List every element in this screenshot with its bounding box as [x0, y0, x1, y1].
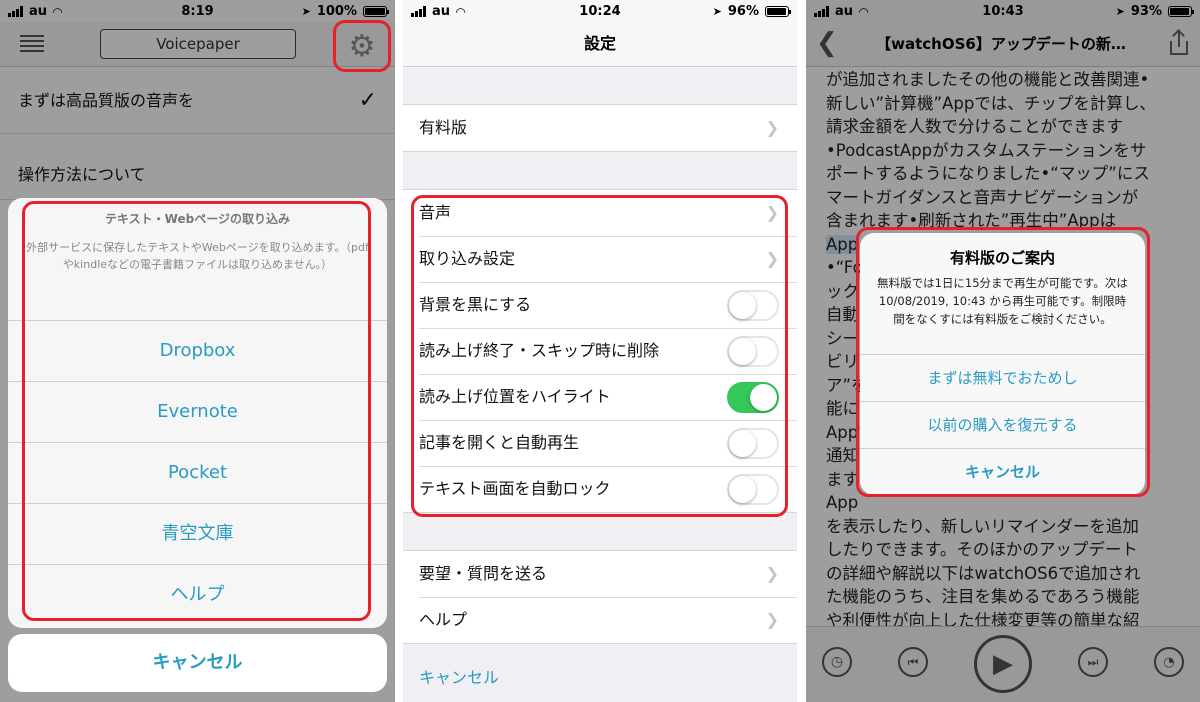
cancel-button[interactable]: キャンセル — [419, 664, 499, 688]
settings-group-support: 要望・質問を送る ❯ ヘルプ ❯ — [403, 550, 797, 644]
settings-item-voice[interactable]: 音声 ❯ — [403, 190, 797, 236]
settings-item-label: 取り込み設定 — [419, 249, 516, 268]
action-sheet: テキスト・Webページの取り込み 外部サービスに保存したテキストやWebページを… — [8, 198, 387, 628]
settings-item-label: 有料版 — [419, 118, 468, 137]
pocket-button[interactable]: Pocket — [8, 443, 387, 504]
settings-item-autoplay: 記事を開くと自動再生 — [403, 420, 797, 466]
sheet-message: 外部サービスに保存したテキストやWebページを取り込めます。（pdfやkindl… — [26, 241, 369, 271]
battery-percent: 96% — [727, 4, 759, 19]
settings-item-label: テキスト画面を自動ロック — [419, 479, 611, 498]
settings-item-autolock: テキスト画面を自動ロック — [403, 466, 797, 512]
chevron-right-icon: ❯ — [765, 118, 779, 137]
try-free-button[interactable]: まずは無料でおためし — [860, 354, 1145, 401]
sheet-title: テキスト・Webページの取り込み — [105, 212, 290, 226]
delete-on-skip-toggle[interactable] — [727, 336, 779, 367]
autolock-toggle[interactable] — [727, 474, 779, 505]
settings-item-label: 音声 — [419, 203, 452, 222]
settings-item-feedback[interactable]: 要望・質問を送る ❯ — [403, 551, 797, 597]
aozora-button[interactable]: 青空文庫 — [8, 504, 387, 565]
help-button[interactable]: ヘルプ — [8, 565, 387, 626]
chevron-right-icon: ❯ — [765, 610, 779, 629]
panel-article: au ◠ 10:43 ➤ 93% ❮ 【watchOS6】アップデートの新… が追加… — [806, 0, 1200, 702]
status-bar: au ◠ 10:24 ➤ 96% — [403, 0, 797, 22]
restore-purchase-button[interactable]: 以前の購入を復元する — [860, 401, 1145, 448]
settings-item-label: 読み上げ位置をハイライト — [419, 387, 611, 406]
dropbox-button[interactable]: Dropbox — [8, 321, 387, 382]
settings-item-label: 背景を黒にする — [419, 295, 532, 314]
location-icon: ➤ — [712, 5, 722, 18]
settings-item-help[interactable]: ヘルプ ❯ — [403, 597, 797, 643]
settings-item-premium[interactable]: 有料版 ❯ — [403, 105, 797, 151]
panel-voicepaper-main: au ◠ 8:19 ➤ 100% Voicepaper まずは高品質版の音声を ✓ … — [0, 0, 395, 702]
settings-item-label: 記事を開くと自動再生 — [419, 433, 580, 452]
panel-settings: au ◠ 10:24 ➤ 96% 設定 有料版 ❯ 音声 ❯ 取り込み設定 ❯ 背景… — [403, 0, 797, 702]
settings-item-delete-on-skip: 読み上げ終了・スキップ時に削除 — [403, 328, 797, 374]
page-title: 設定 — [403, 22, 797, 67]
highlight-toggle[interactable] — [727, 382, 779, 413]
settings-item-label: 読み上げ終了・スキップ時に削除 — [419, 341, 660, 360]
cancel-button[interactable]: キャンセル — [8, 634, 387, 692]
sheet-header: テキスト・Webページの取り込み 外部サービスに保存したテキストやWebページを… — [8, 198, 387, 321]
settings-group-premium: 有料版 ❯ — [403, 104, 797, 152]
autoplay-toggle[interactable] — [727, 428, 779, 459]
battery-icon — [765, 6, 791, 17]
alert-title: 有料版のご案内 — [949, 249, 1055, 267]
evernote-button[interactable]: Evernote — [8, 382, 387, 443]
chevron-right-icon: ❯ — [765, 203, 779, 222]
gear-icon[interactable]: ⚙ — [333, 20, 391, 72]
settings-item-label: 要望・質問を送る — [419, 564, 548, 583]
settings-group-main: 音声 ❯ 取り込み設定 ❯ 背景を黒にする 読み上げ終了・スキップ時に削除 読み… — [403, 189, 797, 513]
alert-message: 無料版では1日に15分まで再生が可能です。次は 10/08/2019, 10:4… — [877, 276, 1128, 326]
settings-item-import[interactable]: 取り込み設定 ❯ — [403, 236, 797, 282]
dark-bg-toggle[interactable] — [727, 290, 779, 321]
alert-cancel-button[interactable]: キャンセル — [860, 448, 1145, 495]
chevron-right-icon: ❯ — [765, 249, 779, 268]
settings-item-highlight: 読み上げ位置をハイライト — [403, 374, 797, 420]
settings-item-dark-bg: 背景を黒にする — [403, 282, 797, 328]
chevron-right-icon: ❯ — [765, 564, 779, 583]
premium-alert: 有料版のご案内 無料版では1日に15分まで再生が可能です。次は 10/08/20… — [860, 233, 1145, 495]
settings-item-label: ヘルプ — [419, 610, 468, 629]
